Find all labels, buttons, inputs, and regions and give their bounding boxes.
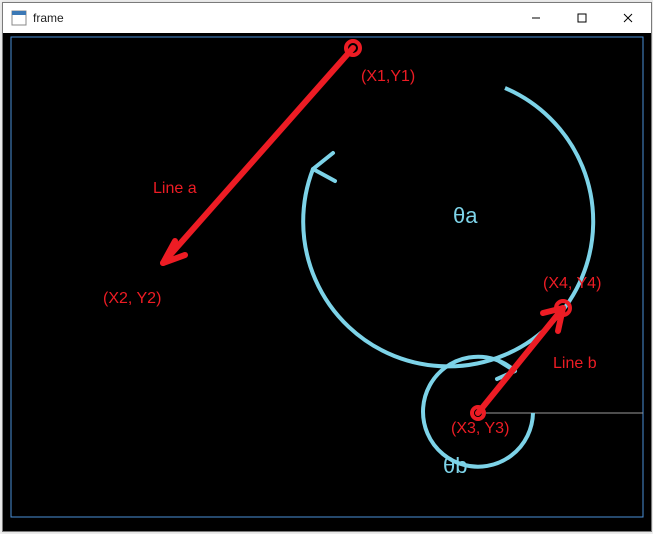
app-window: frame [2, 2, 652, 532]
label-theta-b: θb [443, 453, 467, 478]
label-x4y4: (X4, Y4) [543, 275, 601, 292]
canvas-area: (X1,Y1) (X2, Y2) (X3, Y3) (X4, Y4) Line … [3, 33, 651, 531]
minimize-button[interactable] [513, 3, 559, 33]
maximize-button[interactable] [559, 3, 605, 33]
app-icon [11, 10, 27, 26]
window-title: frame [33, 11, 64, 25]
label-x1y1: (X1,Y1) [361, 68, 415, 85]
titlebar[interactable]: frame [3, 3, 651, 34]
label-x3y3: (X3, Y3) [451, 420, 509, 437]
diagram-canvas: (X1,Y1) (X2, Y2) (X3, Y3) (X4, Y4) Line … [3, 33, 651, 531]
label-theta-a: θa [453, 203, 478, 228]
label-line-b: Line b [553, 355, 597, 372]
label-x2y2: (X2, Y2) [103, 290, 161, 307]
label-line-a: Line a [153, 180, 197, 197]
close-button[interactable] [605, 3, 651, 33]
